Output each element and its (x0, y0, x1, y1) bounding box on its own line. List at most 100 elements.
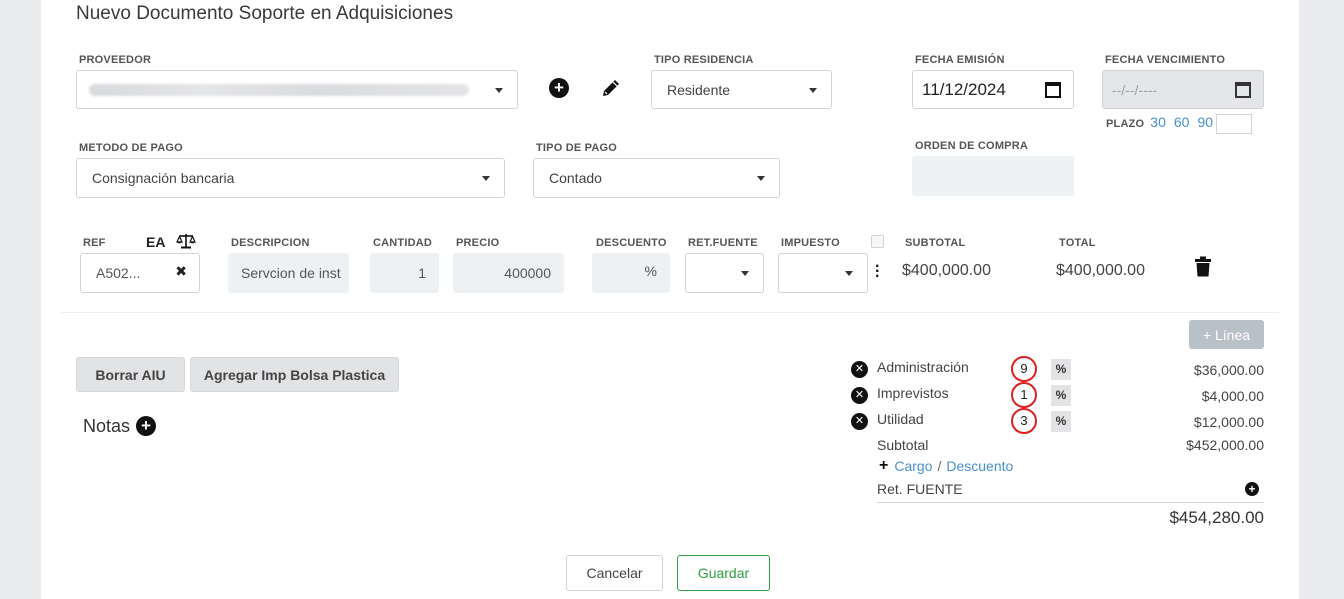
remove-x-icon[interactable]: ✕ (851, 387, 868, 404)
tipo-residencia-value: Residente (667, 81, 731, 98)
cancel-button[interactable]: Cancelar (566, 555, 663, 591)
add-ret-fuente-icon[interactable]: + (1245, 482, 1259, 496)
aiu-label: Administración (877, 359, 969, 375)
edit-proveedor-button[interactable] (598, 76, 624, 100)
aiu-label: Utilidad (877, 411, 924, 427)
proveedor-blurred-value (89, 83, 469, 96)
orden-compra-label: ORDEN DE COMPRA (915, 140, 1029, 152)
col-descripcion: DESCRIPCION (231, 237, 310, 249)
notas-label: Notas (83, 416, 131, 436)
plazo-60-link[interactable]: 60 (1174, 114, 1190, 130)
select-all-checkbox[interactable] (871, 235, 884, 248)
row-subtotal: $400,000.00 (902, 262, 991, 279)
fecha-emision-input[interactable]: 11/12/2024 (912, 70, 1074, 109)
retfuente-select[interactable] (685, 253, 764, 293)
separator: / (937, 458, 942, 474)
tipo-pago-select[interactable]: Contado (533, 158, 780, 198)
tipo-pago-value: Contado (549, 170, 602, 186)
tipo-pago-label: TIPO DE PAGO (536, 142, 618, 154)
add-nota-button[interactable]: + (136, 416, 156, 436)
col-descuento: DESCUENTO (596, 237, 667, 249)
plazo-days-input[interactable] (1216, 114, 1252, 134)
tipo-residencia-select[interactable]: Residente (651, 70, 832, 109)
aiu-row-utilidad: ✕ Utilidad 3 % $12,000.00 (851, 408, 1281, 435)
pencil-icon (603, 80, 619, 96)
descripcion-value: Servcion de inst (241, 265, 341, 281)
plazo-30-link[interactable]: 30 (1150, 114, 1166, 130)
page-title: Nuevo Documento Soporte en Adquisiciones (76, 3, 454, 24)
chevron-down-icon (809, 87, 817, 93)
aiu-row-imprevistos: ✕ Imprevistos 1 % $4,000.00 (851, 382, 1281, 409)
plus-icon: + (879, 457, 889, 474)
chevron-down-icon (482, 176, 490, 181)
fecha-vencimiento-input[interactable]: --/--/---- (1102, 70, 1264, 109)
grand-total: $454,280.00 (1169, 508, 1264, 527)
orden-compra-input[interactable] (912, 156, 1074, 196)
borrar-aiu-button[interactable]: Borrar AIU (76, 357, 185, 392)
totals-divider (877, 502, 1264, 503)
cantidad-value: 1 (418, 265, 426, 281)
metodo-pago-value: Consignación bancaria (92, 170, 235, 186)
plazo-group: PLAZO 30 60 90 (1106, 114, 1213, 130)
aiu-value: $36,000.00 (1193, 362, 1264, 378)
subtotal-label: Subtotal (877, 437, 929, 453)
descuento-link[interactable]: Descuento (946, 458, 1013, 474)
col-total: TOTAL (1059, 237, 1096, 249)
fecha-emision-value: 11/12/2024 (922, 79, 1006, 99)
col-cantidad: CANTIDAD (373, 237, 433, 249)
plazo-90-link[interactable]: 90 (1197, 114, 1213, 130)
aiu-value: $12,000.00 (1193, 414, 1264, 430)
cargo-descuento-row: + Cargo / Descuento (879, 457, 1013, 475)
remove-x-icon[interactable]: ✕ (851, 413, 868, 430)
aiu-label: Imprevistos (877, 385, 949, 401)
col-impuesto: IMPUESTO (781, 237, 840, 249)
tipo-residencia-label: TIPO RESIDENCIA (654, 54, 754, 66)
metodo-pago-label: METODO DE PAGO (79, 142, 183, 154)
subtotal-value: $452,000.00 (1186, 437, 1264, 453)
impuesto-select[interactable] (778, 253, 868, 293)
descripcion-input[interactable]: Servcion de inst (228, 253, 349, 293)
agregar-bolsa-button[interactable]: Agregar Imp Bolsa Plastica (190, 357, 399, 392)
aiu-row-administracion: ✕ Administración 9 % $36,000.00 (851, 356, 1281, 383)
col-ea[interactable]: EA (146, 234, 165, 250)
metodo-pago-select[interactable]: Consignación bancaria (76, 158, 505, 198)
remove-x-icon[interactable]: ✕ (851, 361, 868, 378)
chevron-down-icon (757, 176, 765, 181)
add-proveedor-button[interactable]: + (548, 77, 570, 99)
calendar-icon[interactable] (1045, 81, 1061, 98)
chevron-down-icon (495, 87, 503, 93)
save-button[interactable]: Guardar (677, 555, 770, 591)
fecha-vencimiento-placeholder: --/--/---- (1112, 81, 1158, 98)
proveedor-label: PROVEEDOR (79, 54, 152, 66)
plazo-label: PLAZO (1106, 118, 1145, 130)
chevron-down-icon (845, 271, 853, 276)
descuento-input[interactable]: % (592, 253, 670, 293)
clear-ref-icon[interactable]: ✖ (175, 263, 187, 280)
fecha-vencimiento-label: FECHA VENCIMIENTO (1105, 54, 1226, 66)
cantidad-input[interactable]: 1 (370, 253, 439, 293)
percent-tag: % (1051, 411, 1071, 432)
aiu-pct-input[interactable]: 9 (1011, 356, 1037, 382)
add-line-button[interactable]: + Línea (1189, 320, 1264, 349)
percent-tag: % (1051, 359, 1071, 380)
aiu-pct-input[interactable]: 3 (1011, 408, 1037, 434)
balance-scale-icon[interactable] (176, 233, 196, 249)
proveedor-select[interactable] (76, 70, 518, 109)
row-total: $400,000.00 (1056, 262, 1145, 279)
fecha-emision-label: FECHA EMISIÓN (915, 54, 1005, 66)
col-subtotal: SUBTOTAL (905, 237, 966, 249)
col-precio: PRECIO (456, 237, 500, 249)
ref-input[interactable]: A502... ✖ (80, 253, 200, 293)
trash-icon[interactable] (1194, 256, 1212, 277)
ret-fuente-label: Ret. FUENTE (877, 481, 963, 497)
precio-input[interactable]: 400000 (453, 253, 564, 293)
chevron-down-icon (741, 271, 749, 276)
cargo-link[interactable]: Cargo (894, 458, 932, 474)
percent-tag: % (1051, 385, 1071, 406)
descuento-suffix: % (644, 263, 657, 279)
calendar-icon[interactable] (1235, 81, 1251, 98)
aiu-pct-input[interactable]: 1 (1011, 382, 1037, 408)
line-divider (61, 312, 1279, 313)
row-options-kebab-icon[interactable]: · · · (875, 259, 880, 285)
ref-value: A502... (96, 265, 141, 281)
